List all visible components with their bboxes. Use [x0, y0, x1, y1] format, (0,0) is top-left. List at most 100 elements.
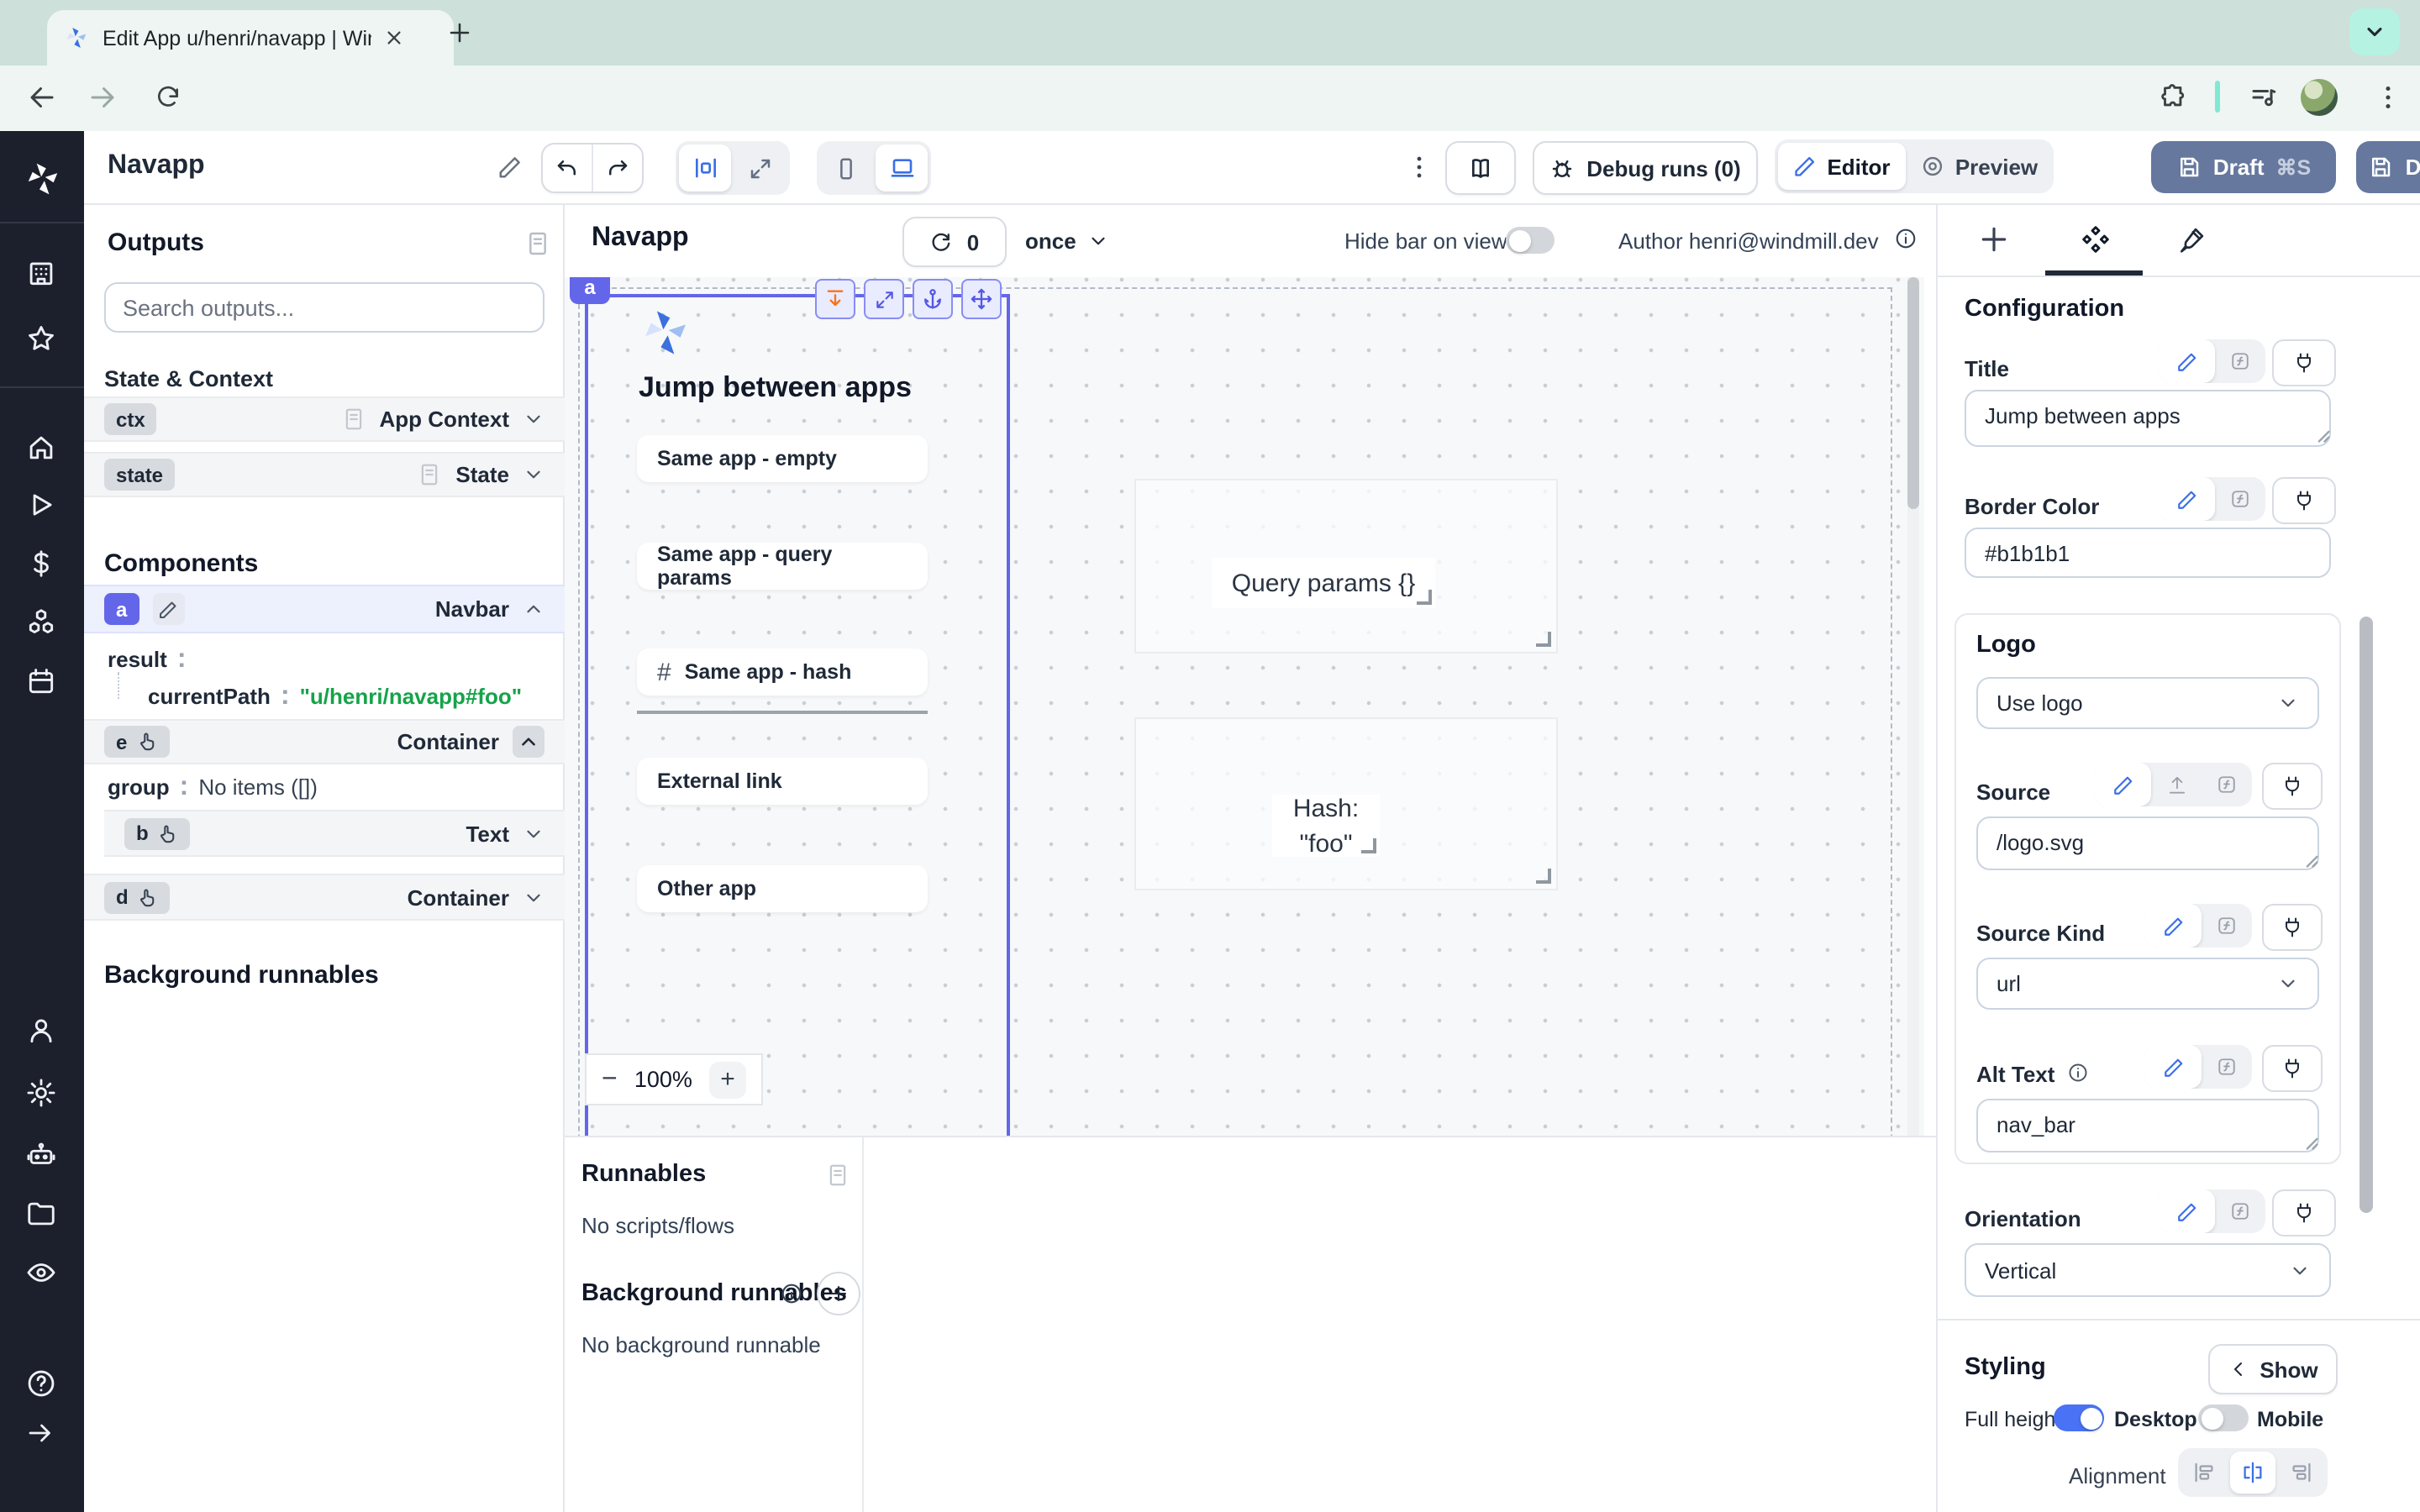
runs-play-icon[interactable] — [25, 489, 57, 521]
editor-tab[interactable]: Editor — [1778, 143, 1906, 190]
expand-down-icon[interactable] — [815, 279, 855, 319]
styling-show-button[interactable]: Show — [2208, 1344, 2338, 1394]
home-icon[interactable] — [25, 432, 57, 464]
help-icon[interactable] — [25, 1368, 57, 1399]
windmill-logo[interactable] — [24, 160, 62, 198]
new-tab-icon[interactable] — [447, 20, 472, 45]
nav-item-same-app-hash[interactable]: # Same app - hash — [637, 648, 928, 696]
info-icon[interactable] — [1894, 227, 1918, 250]
function-button[interactable] — [2215, 477, 2265, 521]
align-left-button[interactable] — [2181, 1452, 2227, 1494]
styling-brush-icon[interactable] — [2176, 223, 2208, 255]
full-height-desktop-toggle[interactable] — [2054, 1404, 2104, 1431]
query-params-text[interactable]: Query params {} — [1212, 558, 1435, 608]
hash-container[interactable]: Hash: "foo" — [1134, 717, 1558, 890]
debug-runs-button[interactable]: Debug runs (0) — [1533, 141, 1758, 195]
mobile-view-button[interactable] — [820, 144, 872, 192]
zoom-in-button[interactable]: + — [709, 1061, 746, 1098]
more-menu-icon[interactable] — [1405, 153, 1434, 181]
function-button[interactable] — [2202, 904, 2252, 948]
back-icon[interactable] — [27, 82, 57, 113]
folders-icon[interactable] — [25, 1198, 57, 1230]
component-id-badge[interactable]: a — [570, 277, 610, 304]
b-badge[interactable]: b — [124, 817, 191, 849]
component-row-text-b[interactable]: b Text — [104, 810, 565, 857]
schedules-calendar-icon[interactable] — [25, 665, 57, 697]
orientation-select[interactable]: Vertical — [1965, 1243, 2331, 1297]
forward-icon[interactable] — [87, 82, 118, 113]
d-badge[interactable]: d — [104, 881, 171, 913]
e-badge[interactable]: e — [104, 726, 169, 758]
move-icon[interactable] — [961, 279, 1002, 319]
favorites-star-icon[interactable] — [25, 323, 57, 354]
add-background-runnable-button[interactable] — [817, 1272, 860, 1315]
result-json-line[interactable]: result: — [108, 645, 196, 675]
selected-navbar-component[interactable] — [585, 294, 1010, 1136]
alt-text-input[interactable]: nav_bar — [1976, 1099, 2319, 1152]
window-chevron-icon[interactable] — [2349, 8, 2400, 55]
align-right-button[interactable] — [2279, 1452, 2324, 1494]
connect-plug-button[interactable] — [2262, 904, 2323, 951]
source-kind-select[interactable]: url — [1976, 958, 2319, 1010]
nav-item-same-app-empty[interactable]: Same app - empty — [637, 435, 928, 482]
hide-bar-toggle[interactable] — [1506, 227, 1555, 254]
ctx-badge[interactable]: ctx — [104, 403, 157, 435]
connect-plug-button[interactable] — [2272, 1189, 2336, 1236]
static-pencil-button[interactable] — [2158, 1189, 2215, 1233]
connect-plug-button[interactable] — [2272, 477, 2336, 524]
centered-layout-button[interactable] — [679, 144, 731, 192]
component-row-navbar[interactable]: a Navbar — [84, 585, 565, 633]
desktop-view-button[interactable] — [876, 144, 928, 192]
full-height-mobile-toggle[interactable] — [2198, 1404, 2249, 1431]
zoom-out-button[interactable]: − — [602, 1064, 618, 1095]
anchor-icon[interactable] — [913, 279, 953, 319]
canvas-scrollbar-track[interactable] — [1907, 277, 1919, 1136]
docs-book-button[interactable] — [1445, 141, 1516, 195]
run-mode-dropdown[interactable]: once — [1025, 217, 1110, 264]
chevron-down-icon[interactable] — [523, 408, 544, 430]
static-pencil-button[interactable] — [2158, 339, 2215, 383]
billing-dollar-icon[interactable] — [25, 548, 57, 580]
chevron-up-icon[interactable] — [513, 726, 544, 758]
user-icon[interactable] — [25, 1015, 57, 1047]
undo-button[interactable] — [543, 144, 593, 192]
workers-robot-icon[interactable] — [25, 1139, 57, 1171]
draft-button[interactable]: Draft ⌘S — [2151, 141, 2336, 193]
preview-tab[interactable]: Preview — [1909, 143, 2050, 190]
doc-icon[interactable] — [340, 407, 366, 432]
runnables-doc-icon[interactable] — [825, 1163, 850, 1188]
hash-text[interactable]: Hash: "foo" — [1272, 795, 1380, 857]
browser-tab[interactable]: Edit App u/henri/navapp | Win — [47, 10, 454, 66]
settings-gear-icon[interactable] — [25, 1077, 57, 1109]
nav-item-other-app[interactable]: Other app — [637, 865, 928, 912]
browser-menu-icon[interactable] — [2373, 82, 2403, 113]
function-button[interactable] — [2202, 763, 2252, 806]
connect-plug-button[interactable] — [2262, 1045, 2323, 1092]
info-icon[interactable] — [2067, 1062, 2089, 1084]
nav-item-same-app-query-params[interactable]: Same app - query params — [637, 543, 928, 590]
chevron-up-icon[interactable] — [523, 598, 544, 620]
deploy-button[interactable]: Deploy — [2356, 141, 2420, 193]
resize-handle-icon[interactable] — [2302, 1134, 2319, 1151]
logo-select[interactable]: Use logo — [1976, 677, 2319, 729]
query-params-container[interactable]: Query params {} — [1134, 479, 1558, 654]
edit-pencil-icon[interactable] — [152, 593, 184, 625]
fullwidth-layout-button[interactable] — [734, 144, 786, 192]
align-center-button[interactable] — [2230, 1452, 2275, 1494]
group-json-line[interactable]: group:No items ([]) — [108, 773, 318, 803]
function-button[interactable] — [2215, 1189, 2265, 1233]
chevron-down-icon[interactable] — [523, 822, 544, 844]
current-path-line[interactable]: currentPath:"u/henri/navapp#foo" — [148, 682, 522, 712]
static-pencil-button[interactable] — [2144, 904, 2202, 948]
ctx-row[interactable]: ctx App Context — [84, 396, 565, 442]
window-scrollbar-thumb[interactable] — [2360, 617, 2373, 1213]
state-row[interactable]: state State — [84, 452, 565, 497]
navbar-badge[interactable]: a — [104, 593, 139, 625]
chevron-down-icon[interactable] — [523, 464, 544, 486]
avatar[interactable] — [2301, 79, 2338, 116]
app-canvas[interactable]: a Jump between apps Same app - empty Sam… — [565, 277, 1924, 1136]
insert-plus-icon[interactable] — [1978, 223, 2010, 255]
state-badge[interactable]: state — [104, 459, 175, 491]
fullscreen-icon[interactable] — [864, 279, 904, 319]
chevron-down-icon[interactable] — [523, 886, 544, 908]
